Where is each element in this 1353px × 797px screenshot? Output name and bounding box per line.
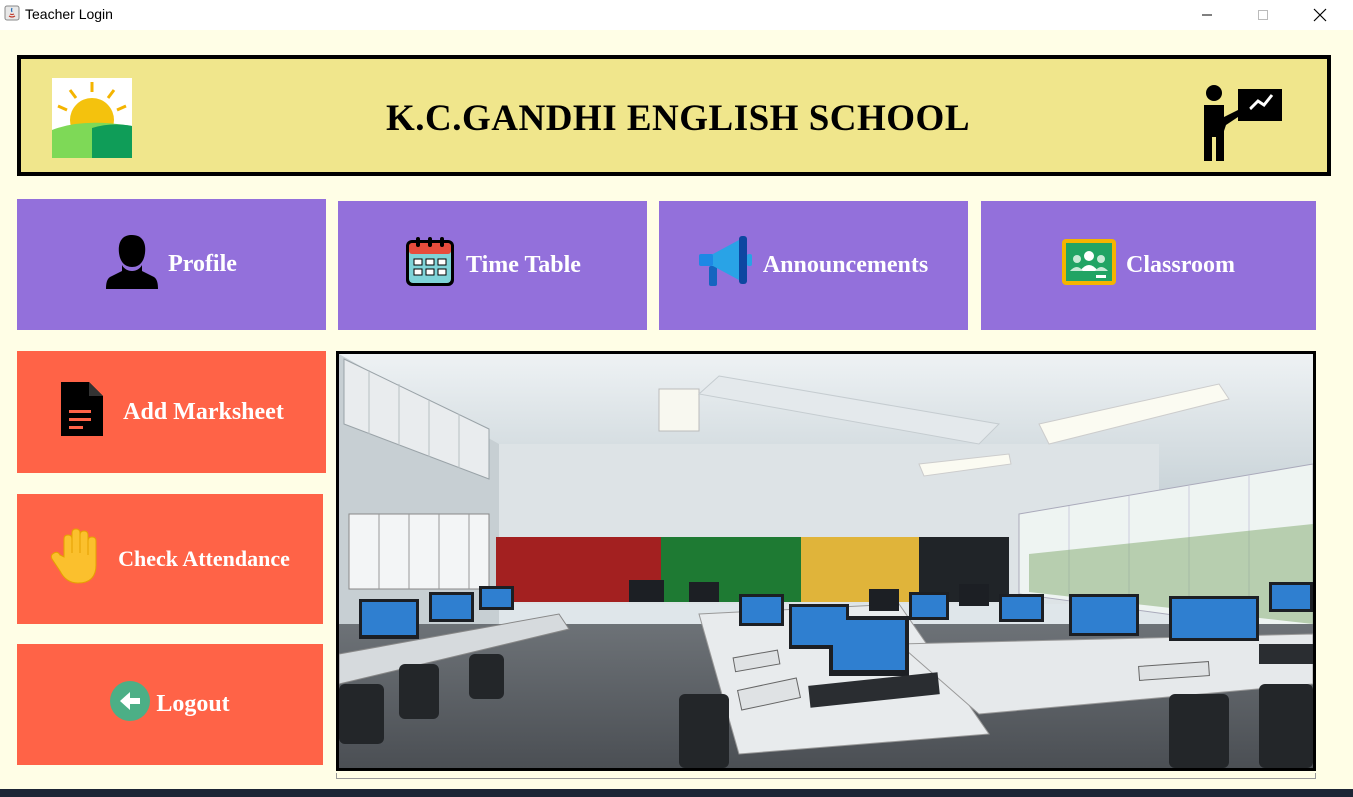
document-icon <box>59 380 105 445</box>
back-arrow-icon <box>110 681 151 728</box>
profile-button[interactable]: Profile <box>17 199 326 330</box>
check-attendance-button[interactable]: Check Attendance <box>17 494 323 624</box>
minimize-icon <box>1202 14 1212 16</box>
window-titlebar: Teacher Login <box>0 0 1353 30</box>
maximize-icon <box>1258 10 1268 20</box>
minimize-button[interactable] <box>1184 0 1230 30</box>
java-app-icon <box>4 5 20 21</box>
classroom-button[interactable]: Classroom <box>981 201 1316 330</box>
desktop-background-strip <box>0 789 1353 797</box>
close-icon <box>1313 8 1327 22</box>
time-table-label: Time Table <box>466 252 581 278</box>
photo-scroll-edge <box>336 773 1316 779</box>
computer-lab-photo <box>336 351 1316 771</box>
profile-label: Profile <box>168 251 237 277</box>
megaphone-icon <box>698 236 753 295</box>
announcements-button[interactable]: Announcements <box>659 201 968 330</box>
school-name-heading: K.C.GANDHI ENGLISH SCHOOL <box>385 98 971 139</box>
close-button[interactable] <box>1297 0 1343 30</box>
add-marksheet-label: Add Marksheet <box>123 398 284 425</box>
teacher-at-board-icon <box>1204 85 1282 161</box>
window-title: Teacher Login <box>25 6 113 22</box>
raised-hand-icon <box>50 527 106 591</box>
time-table-button[interactable]: Time Table <box>338 201 647 330</box>
check-attendance-label: Check Attendance <box>118 546 290 571</box>
add-marksheet-button[interactable]: Add Marksheet <box>17 351 326 473</box>
maximize-button[interactable] <box>1240 0 1286 30</box>
logout-label: Logout <box>156 691 230 717</box>
school-header-banner: K.C.GANDHI ENGLISH SCHOOL <box>17 55 1331 176</box>
classroom-icon <box>1062 239 1117 292</box>
user-silhouette-icon <box>106 233 159 296</box>
calendar-icon <box>404 236 456 295</box>
classroom-label: Classroom <box>1126 252 1235 278</box>
logout-button[interactable]: Logout <box>17 644 323 765</box>
announcements-label: Announcements <box>762 252 929 278</box>
